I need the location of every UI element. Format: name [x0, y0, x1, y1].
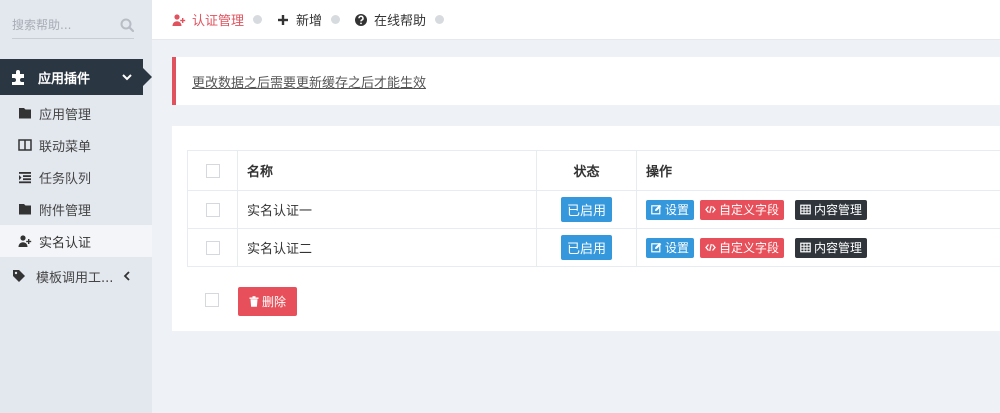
nav-separator-dot: [253, 15, 263, 24]
top-nav: 认证管理 新增 在线帮助: [152, 0, 1000, 40]
sidebar: 应用插件 应用管理 联动菜单 任务队列 附件管理 实名认证 模板调用工...: [0, 0, 152, 413]
edit-icon: [651, 204, 662, 215]
sidebar-item-label: 联动菜单: [39, 139, 92, 155]
sidebar-item-label: 应用管理: [39, 107, 92, 123]
code-icon: [705, 205, 716, 214]
search-input[interactable]: [12, 13, 112, 37]
chevron-left-icon: [123, 271, 130, 281]
table-row: 实名认证一 已启用 设置 自定义字段 内容管理: [188, 191, 1000, 229]
status-badge[interactable]: 已启用: [560, 197, 612, 222]
select-all-checkbox[interactable]: [205, 163, 220, 178]
search-icon[interactable]: [120, 18, 134, 32]
notice-alert: 更改数据之后需要更新缓存之后才能生效: [172, 57, 1000, 105]
row-status-cell: 已启用: [537, 191, 637, 228]
row-name-cell: 实名认证一: [238, 191, 537, 228]
sidebar-item-label: 任务队列: [39, 171, 92, 187]
sidebar-item-real-name-auth[interactable]: 实名认证: [0, 225, 152, 257]
column-header-name: 名称: [247, 165, 274, 180]
delete-label: 删除: [261, 295, 286, 309]
plus-icon: [278, 14, 289, 25]
row-op-cell: 设置 自定义字段 内容管理: [637, 229, 1000, 266]
nav-auth-manage[interactable]: 认证管理: [172, 10, 244, 29]
row-status-cell: 已启用: [537, 229, 637, 266]
trash-icon: [249, 296, 259, 307]
data-table: 名称 状态 操作 实名认证一 已启用 设置 自定义字段 内容管理 实名认证二 已…: [187, 150, 1000, 267]
row-name-cell: 实名认证二: [238, 229, 537, 266]
table-icon: [800, 204, 811, 215]
custom-fields-button[interactable]: 自定义字段: [700, 237, 785, 258]
button-label: 内容管理: [814, 241, 863, 255]
sidebar-item-label: 实名认证: [39, 235, 92, 251]
content-panel: 名称 状态 操作 实名认证一 已启用 设置 自定义字段 内容管理 实名认证二 已…: [172, 126, 1000, 331]
columns-icon: [18, 139, 32, 151]
column-header-operations: 操作: [646, 165, 673, 180]
content-manage-button[interactable]: 内容管理: [795, 237, 868, 258]
alert-text[interactable]: 更改数据之后需要更新缓存之后才能生效: [192, 72, 426, 91]
sidebar-item-app-manage[interactable]: 应用管理: [0, 97, 152, 129]
row-checkbox[interactable]: [205, 202, 220, 217]
button-label: 自定义字段: [719, 241, 780, 255]
header-status-cell: 状态: [537, 151, 637, 190]
table-icon: [800, 242, 811, 253]
nav-label: 认证管理: [192, 14, 245, 29]
button-label: 自定义字段: [719, 203, 780, 217]
row-name: 实名认证二: [247, 242, 313, 257]
settings-button[interactable]: 设置: [646, 199, 695, 220]
row-checkbox[interactable]: [205, 240, 220, 255]
header-name-cell: 名称: [238, 151, 537, 190]
row-check-cell: [188, 191, 238, 228]
settings-button[interactable]: 设置: [646, 237, 695, 258]
search-box: [12, 13, 134, 39]
nav-online-help[interactable]: 在线帮助: [354, 10, 426, 29]
indent-icon: [19, 172, 31, 184]
header-check-cell: [188, 151, 238, 190]
code-icon: [705, 243, 716, 252]
row-check-cell: [188, 229, 238, 266]
sidebar-section-app-plugins[interactable]: 应用插件: [0, 59, 152, 95]
sidebar-item-attachments[interactable]: 附件管理: [0, 193, 152, 225]
nav-add[interactable]: 新增: [276, 10, 322, 29]
sidebar-item-linkage-menu[interactable]: 联动菜单: [0, 129, 152, 161]
button-label: 设置: [665, 203, 690, 217]
sidebar-item-task-queue[interactable]: 任务队列: [0, 161, 152, 193]
tag-icon: [13, 270, 25, 282]
status-badge[interactable]: 已启用: [560, 235, 612, 260]
sidebar-item-label: 附件管理: [39, 203, 92, 219]
content-manage-button[interactable]: 内容管理: [795, 199, 868, 220]
table-row: 实名认证二 已启用 设置 自定义字段 内容管理: [188, 229, 1000, 267]
bulk-select-checkbox[interactable]: [205, 293, 219, 307]
row-op-cell: 设置 自定义字段 内容管理: [637, 191, 1000, 228]
sidebar-section-label: 应用插件: [38, 71, 91, 87]
question-icon: [355, 13, 368, 26]
nav-separator-dot: [435, 15, 445, 24]
nav-label: 新增: [296, 14, 323, 29]
column-header-status: 状态: [573, 165, 600, 180]
puzzle-icon: [12, 70, 24, 85]
folder-icon: [19, 108, 31, 119]
chevron-down-icon: [122, 74, 132, 81]
header-op-cell: 操作: [637, 151, 1000, 190]
button-label: 内容管理: [814, 203, 863, 217]
user-plus-icon: [18, 235, 32, 247]
custom-fields-button[interactable]: 自定义字段: [700, 199, 785, 220]
nav-label: 在线帮助: [374, 14, 427, 29]
sidebar-section-label: 模板调用工...: [36, 270, 114, 286]
user-plus-icon: [172, 13, 186, 26]
sidebar-sublist: 应用管理 联动菜单 任务队列 附件管理 实名认证: [0, 97, 152, 257]
row-name: 实名认证一: [247, 204, 313, 219]
button-label: 设置: [665, 241, 690, 255]
folder-icon: [19, 204, 31, 215]
delete-button[interactable]: 删除: [238, 287, 297, 316]
table-header: 名称 状态 操作: [188, 151, 1000, 191]
edit-icon: [651, 242, 662, 253]
nav-separator-dot: [331, 15, 341, 24]
sidebar-section-template-tools[interactable]: 模板调用工...: [0, 260, 152, 292]
